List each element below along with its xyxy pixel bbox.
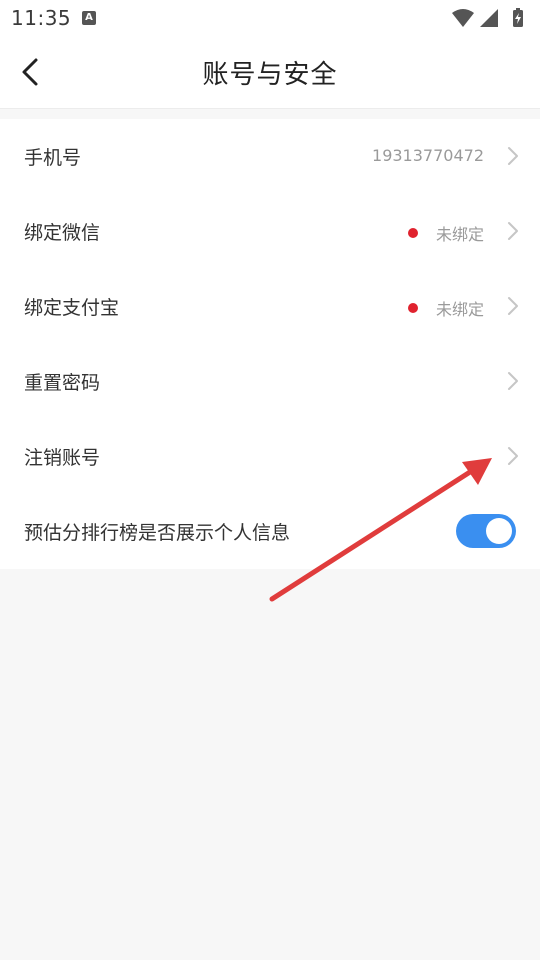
status-bar: 11:35 A bbox=[0, 0, 540, 36]
alipay-status: 未绑定 bbox=[435, 300, 484, 319]
page-title: 账号与安全 bbox=[202, 60, 338, 90]
phone-row[interactable]: 手机号 19313770472 bbox=[0, 119, 540, 194]
signal-icon bbox=[480, 9, 498, 27]
phone-label: 手机号 bbox=[24, 147, 82, 169]
reset-password-label: 重置密码 bbox=[24, 372, 101, 394]
chevron-right-icon bbox=[508, 222, 518, 240]
chevron-right-icon bbox=[508, 447, 518, 465]
reset-password-row[interactable]: 重置密码 bbox=[0, 344, 540, 419]
unbound-dot bbox=[408, 303, 418, 313]
a-badge-icon: A bbox=[82, 11, 96, 25]
ranking-display-label: 预估分排行榜是否展示个人信息 bbox=[24, 522, 291, 544]
delete-account-row[interactable]: 注销账号 bbox=[0, 419, 540, 494]
wifi-icon bbox=[452, 9, 474, 27]
battery-charging-icon bbox=[513, 8, 523, 27]
toggle-knob bbox=[486, 518, 512, 544]
unbound-dot bbox=[408, 228, 418, 238]
delete-account-label: 注销账号 bbox=[24, 447, 101, 469]
app-header: 账号与安全 bbox=[0, 36, 540, 109]
status-icons bbox=[452, 8, 523, 27]
wechat-label: 绑定微信 bbox=[24, 222, 101, 244]
phone-value: 19313770472 bbox=[372, 146, 484, 165]
chevron-right-icon bbox=[508, 372, 518, 390]
chevron-right-icon bbox=[508, 297, 518, 315]
status-time: 11:35 bbox=[11, 6, 72, 30]
settings-list: 手机号 19313770472 绑定微信 未绑定 绑定支付宝 未绑定 重置密码 … bbox=[0, 119, 540, 569]
ranking-display-toggle[interactable] bbox=[456, 514, 516, 548]
alipay-row[interactable]: 绑定支付宝 未绑定 bbox=[0, 269, 540, 344]
chevron-right-icon bbox=[508, 147, 518, 165]
wechat-row[interactable]: 绑定微信 未绑定 bbox=[0, 194, 540, 269]
ranking-display-row: 预估分排行榜是否展示个人信息 bbox=[0, 494, 540, 569]
alipay-label: 绑定支付宝 bbox=[24, 297, 120, 319]
wechat-status: 未绑定 bbox=[435, 225, 484, 244]
